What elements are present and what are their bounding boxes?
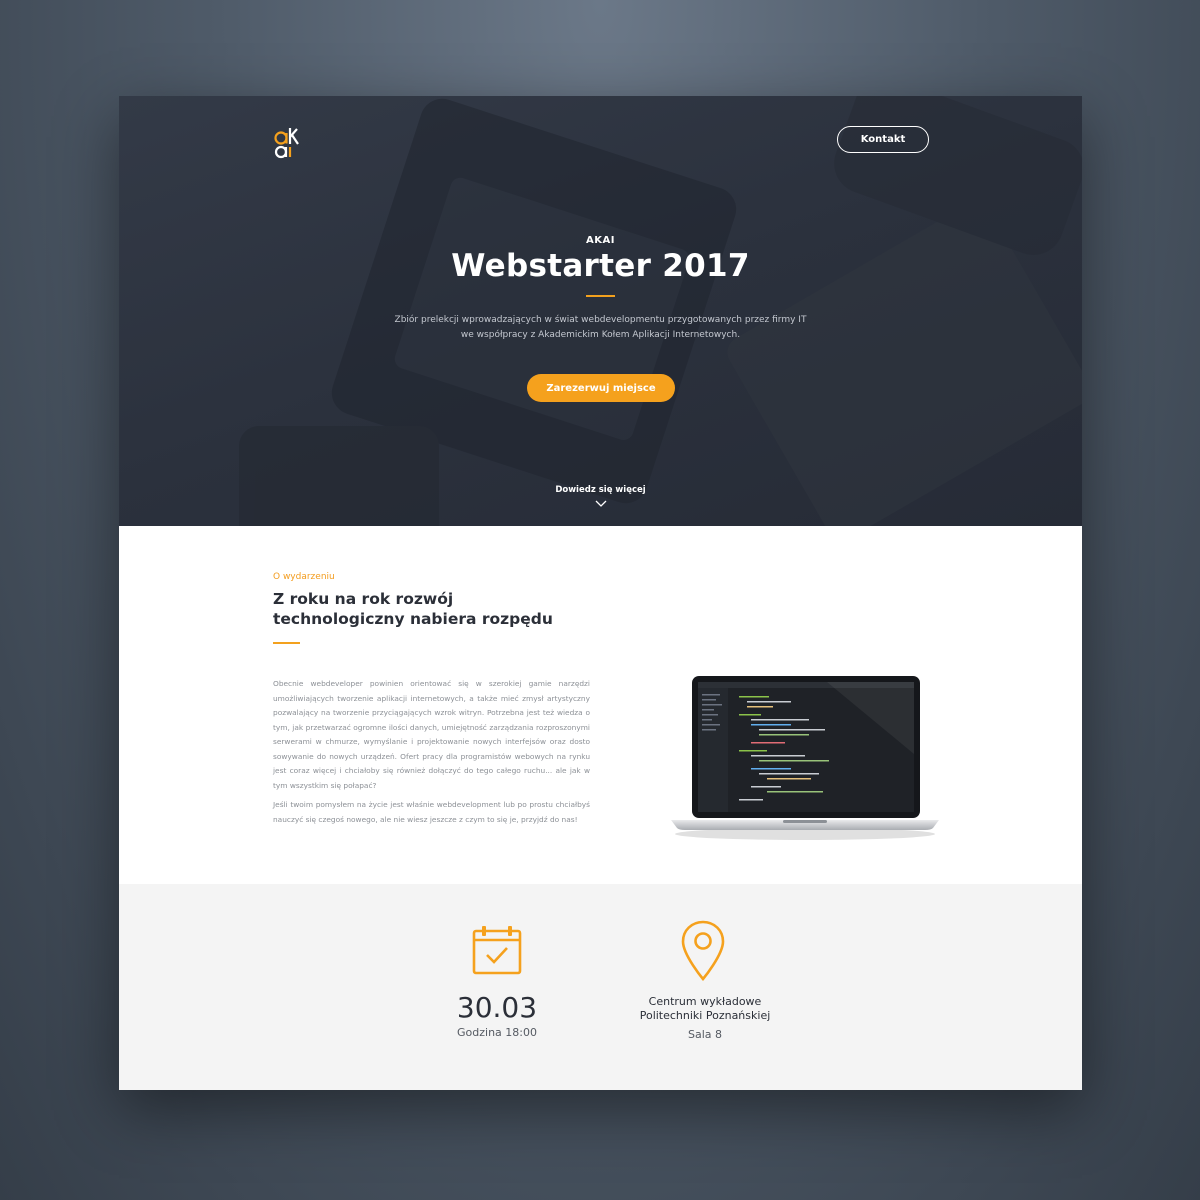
- title-underline: [586, 295, 615, 297]
- map-pin-icon: [681, 920, 725, 982]
- hero-kicker: AKAI: [586, 235, 615, 246]
- calendar-check-icon: [472, 926, 522, 975]
- event-time: Godzina 18:00: [457, 1026, 537, 1039]
- event-venue-line-2: Politechniki Poznańskiej: [639, 1009, 771, 1022]
- event-venue-line-1: Centrum wykładowe: [648, 995, 762, 1008]
- hero-title: Webstarter 2017: [451, 248, 750, 284]
- landing-page: Kontakt AKAI Webstarter 2017 Zbiór prele…: [119, 96, 1082, 1090]
- chevron-down-icon[interactable]: [595, 500, 607, 508]
- about-paragraph-1: Obecnie webdeveloper powinien orientować…: [273, 679, 590, 790]
- about-section: O wydarzeniu Z roku na rok rozwój techno…: [119, 526, 1082, 884]
- about-kicker: O wydarzeniu: [273, 572, 335, 582]
- learn-more-link[interactable]: Dowiedz się więcej: [119, 485, 1082, 495]
- reserve-button[interactable]: Zarezerwuj miejsce: [527, 374, 675, 402]
- about-title: Z roku na rok rozwój technologiczny nabi…: [273, 589, 573, 629]
- hero-description: Zbiór prelekcji wprowadzających w świat …: [389, 313, 812, 343]
- hero-section: Kontakt AKAI Webstarter 2017 Zbiór prele…: [119, 96, 1082, 526]
- hero-description-line-2: we współpracy z Akademickim Kołem Aplika…: [460, 330, 741, 340]
- laptop-image: [671, 676, 939, 840]
- event-date: 30.03: [456, 991, 538, 1024]
- about-underline: [273, 642, 300, 644]
- event-info-section: 30.03 Godzina 18:00 Centrum wykładowe Po…: [119, 884, 1082, 1090]
- about-title-line-2: technologiczny nabiera rozpędu: [273, 610, 553, 628]
- about-paragraph-2: Jeśli twoim pomysłem na życie jest właśn…: [273, 800, 590, 824]
- about-title-line-1: Z roku na rok rozwój: [273, 590, 454, 608]
- hero-description-line-1: Zbiór prelekcji wprowadzających w świat …: [394, 315, 807, 325]
- hero-background-image: [239, 96, 1082, 526]
- logo-icon[interactable]: [271, 126, 305, 160]
- event-venue: Centrum wykładowe Politechniki Poznański…: [605, 995, 805, 1023]
- event-room: Sala 8: [687, 1028, 722, 1041]
- contact-button[interactable]: Kontakt: [837, 126, 929, 153]
